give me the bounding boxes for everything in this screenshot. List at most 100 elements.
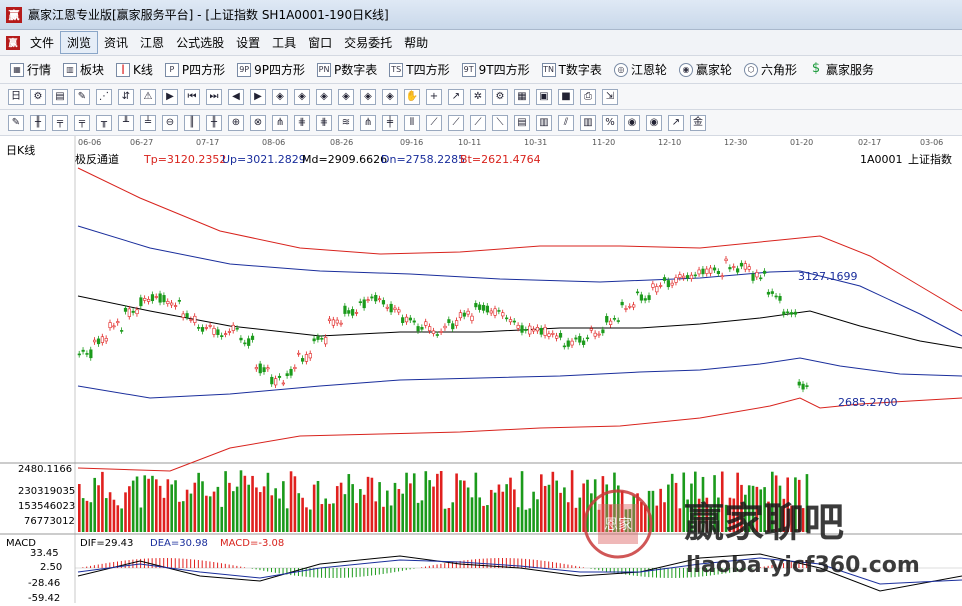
menu-browse[interactable]: 浏览 [60,31,99,54]
chart-tool-5-icon[interactable]: ⇵ [118,88,134,105]
diamond-1-icon[interactable]: ◈ [272,88,288,105]
fan-tool-8-icon[interactable]: ⟋ [426,114,442,131]
chart-tool-3-icon[interactable]: ✎ [74,88,90,105]
fan-tool-12-icon[interactable]: ▤ [514,114,530,131]
last-icon[interactable]: ⏭ [206,88,222,105]
chart-tool-1-icon[interactable]: ⚙ [30,88,46,105]
toolbar-service-button[interactable]: $ 赢家服务 [809,61,874,78]
line-tool-3-icon[interactable]: ╤ [74,114,90,131]
chart-tool-6-icon[interactable]: ⚠ [140,88,156,105]
fan-tool-7-icon[interactable]: ⫴ [404,114,420,131]
calendar-icon[interactable]: ▦ [514,88,530,105]
fan-tool-11-icon[interactable]: ⟍ [492,114,508,131]
period-select-icon[interactable]: 日 [8,88,24,105]
fan-tool-2-icon[interactable]: ⋕ [294,114,310,131]
toolbar-p-square-button[interactable]: P P四方形 [164,61,225,78]
menu-formula[interactable]: 公式选股 [170,32,230,53]
menu-gann[interactable]: 江恩 [134,32,170,53]
pen-icon[interactable]: ✎ [8,114,24,131]
coin-2-icon[interactable]: ◉ [646,114,662,131]
hand-icon[interactable]: ✋ [404,88,420,105]
menu-trade[interactable]: 交易委托 [338,32,398,53]
chart-tool-7-icon[interactable]: ▶ [162,88,178,105]
volume-bar [586,479,589,532]
fan-tool-14-icon[interactable]: ⫽ [558,114,574,131]
kline-chart[interactable]: 日K线 极反通道 Tp=3120.2352 Up=3021.2829 Md=29… [0,136,962,604]
menu-window[interactable]: 窗口 [302,32,338,53]
fan-tool-10-icon[interactable]: ⟋ [470,114,486,131]
toolbar-hexagon-button[interactable]: ⬡ 六角形 [743,61,797,78]
fan-tool-9-icon[interactable]: ⟋ [448,114,464,131]
toolbar-quotes-button[interactable]: ▦ 行情 [10,61,51,78]
toolbar-gann-wheel-button[interactable]: ◎ 江恩轮 [613,61,667,78]
chart-icon[interactable]: ▣ [536,88,552,105]
toolbar-kline-button[interactable]: ┃ K线 [116,61,153,78]
fan-tool-13-icon[interactable]: ▥ [536,114,552,131]
toolbar-sector-button[interactable]: ▥ 板块 [63,61,104,78]
cross-tool-2-icon[interactable]: ⊗ [250,114,266,131]
fan-tool-6-icon[interactable]: ╪ [382,114,398,131]
volume-bar [170,484,173,532]
line-tool-5-icon[interactable]: ╨ [118,114,134,131]
toolbar-p-table-button[interactable]: PN P数字表 [317,61,377,78]
cross-tool-1-icon[interactable]: ⊕ [228,114,244,131]
line-tool-2-icon[interactable]: ╤ [52,114,68,131]
crosshair-icon[interactable]: + [426,88,442,105]
circle-tool-icon[interactable]: ⊖ [162,114,178,131]
menu-info[interactable]: 资讯 [98,32,134,53]
line-tool-4-icon[interactable]: ╥ [96,114,112,131]
candle-body [755,272,759,278]
fan-tool-3-icon[interactable]: ⋕ [316,114,332,131]
volume-bar [343,494,347,532]
trend-icon[interactable]: ↗ [448,88,464,105]
diamond-2-icon[interactable]: ◈ [294,88,310,105]
export-icon[interactable]: ⇲ [602,88,618,105]
diamond-5-icon[interactable]: ◈ [360,88,376,105]
pattern-icon[interactable]: ⚙ [492,88,508,105]
diamond-3-icon[interactable]: ◈ [316,88,332,105]
volume-bar [412,473,416,532]
next-icon[interactable]: ▶ [250,88,266,105]
fan-tool-1-icon[interactable]: ⋔ [272,114,288,131]
print-icon[interactable]: ⎙ [580,88,596,105]
channel-dn-line [77,357,962,399]
menu-help[interactable]: 帮助 [398,32,434,53]
arrow-tool-icon[interactable]: ↗ [668,114,684,131]
save-icon[interactable]: ■ [558,88,574,105]
gold-tool-icon[interactable]: 金 [690,114,706,131]
toolbar-t-square-button[interactable]: TS T四方形 [389,61,450,78]
line-tool-7-icon[interactable]: ║ [184,114,200,131]
bar-tool-icon[interactable]: ▥ [580,114,596,131]
menu-file[interactable]: 文件 [24,32,60,53]
toolbar-t-table-button[interactable]: TN T数字表 [541,61,602,78]
toolbar-winner-wheel-button[interactable]: ◉ 赢家轮 [678,61,732,78]
candle-body [235,327,239,330]
menu-tools[interactable]: 工具 [266,32,302,53]
diamond-4-icon[interactable]: ◈ [338,88,354,105]
volume-bar [516,507,520,532]
fan-tool-4-icon[interactable]: ≋ [338,114,354,131]
menu-settings[interactable]: 设置 [230,32,266,53]
percent-icon[interactable]: % [602,114,618,131]
line-tool-1-icon[interactable]: ╫ [30,114,46,131]
chart-area[interactable]: 日K线 极反通道 Tp=3120.2352 Up=3021.2829 Md=29… [0,136,962,604]
diamond-6-icon[interactable]: ◈ [382,88,398,105]
volume-bar [266,472,270,532]
menu-logo-icon[interactable]: 赢 [6,35,20,50]
line-tool-6-icon[interactable]: ╧ [140,114,156,131]
grid-icon: ▦ [10,62,24,77]
first-icon[interactable]: ⏮ [184,88,200,105]
toolbar-9t-square-button[interactable]: 9T 9T四方形 [461,61,530,78]
chart-tool-4-icon[interactable]: ⋰ [96,88,112,105]
volume-bar [139,507,143,532]
toolbar-9p-square-button[interactable]: 9P 9P四方形 [237,61,305,78]
chart-tool-2-icon[interactable]: ▤ [52,88,68,105]
candle-body [582,340,586,345]
gear-tool-icon[interactable]: ✲ [470,88,486,105]
coin-icon[interactable]: ◉ [624,114,640,131]
volume-bar [232,491,235,532]
fan-tool-5-icon[interactable]: ⋔ [360,114,376,131]
line-tool-8-icon[interactable]: ╫ [206,114,222,131]
macd-axis-2: 2.50 [40,562,62,573]
prev-icon[interactable]: ◀ [228,88,244,105]
